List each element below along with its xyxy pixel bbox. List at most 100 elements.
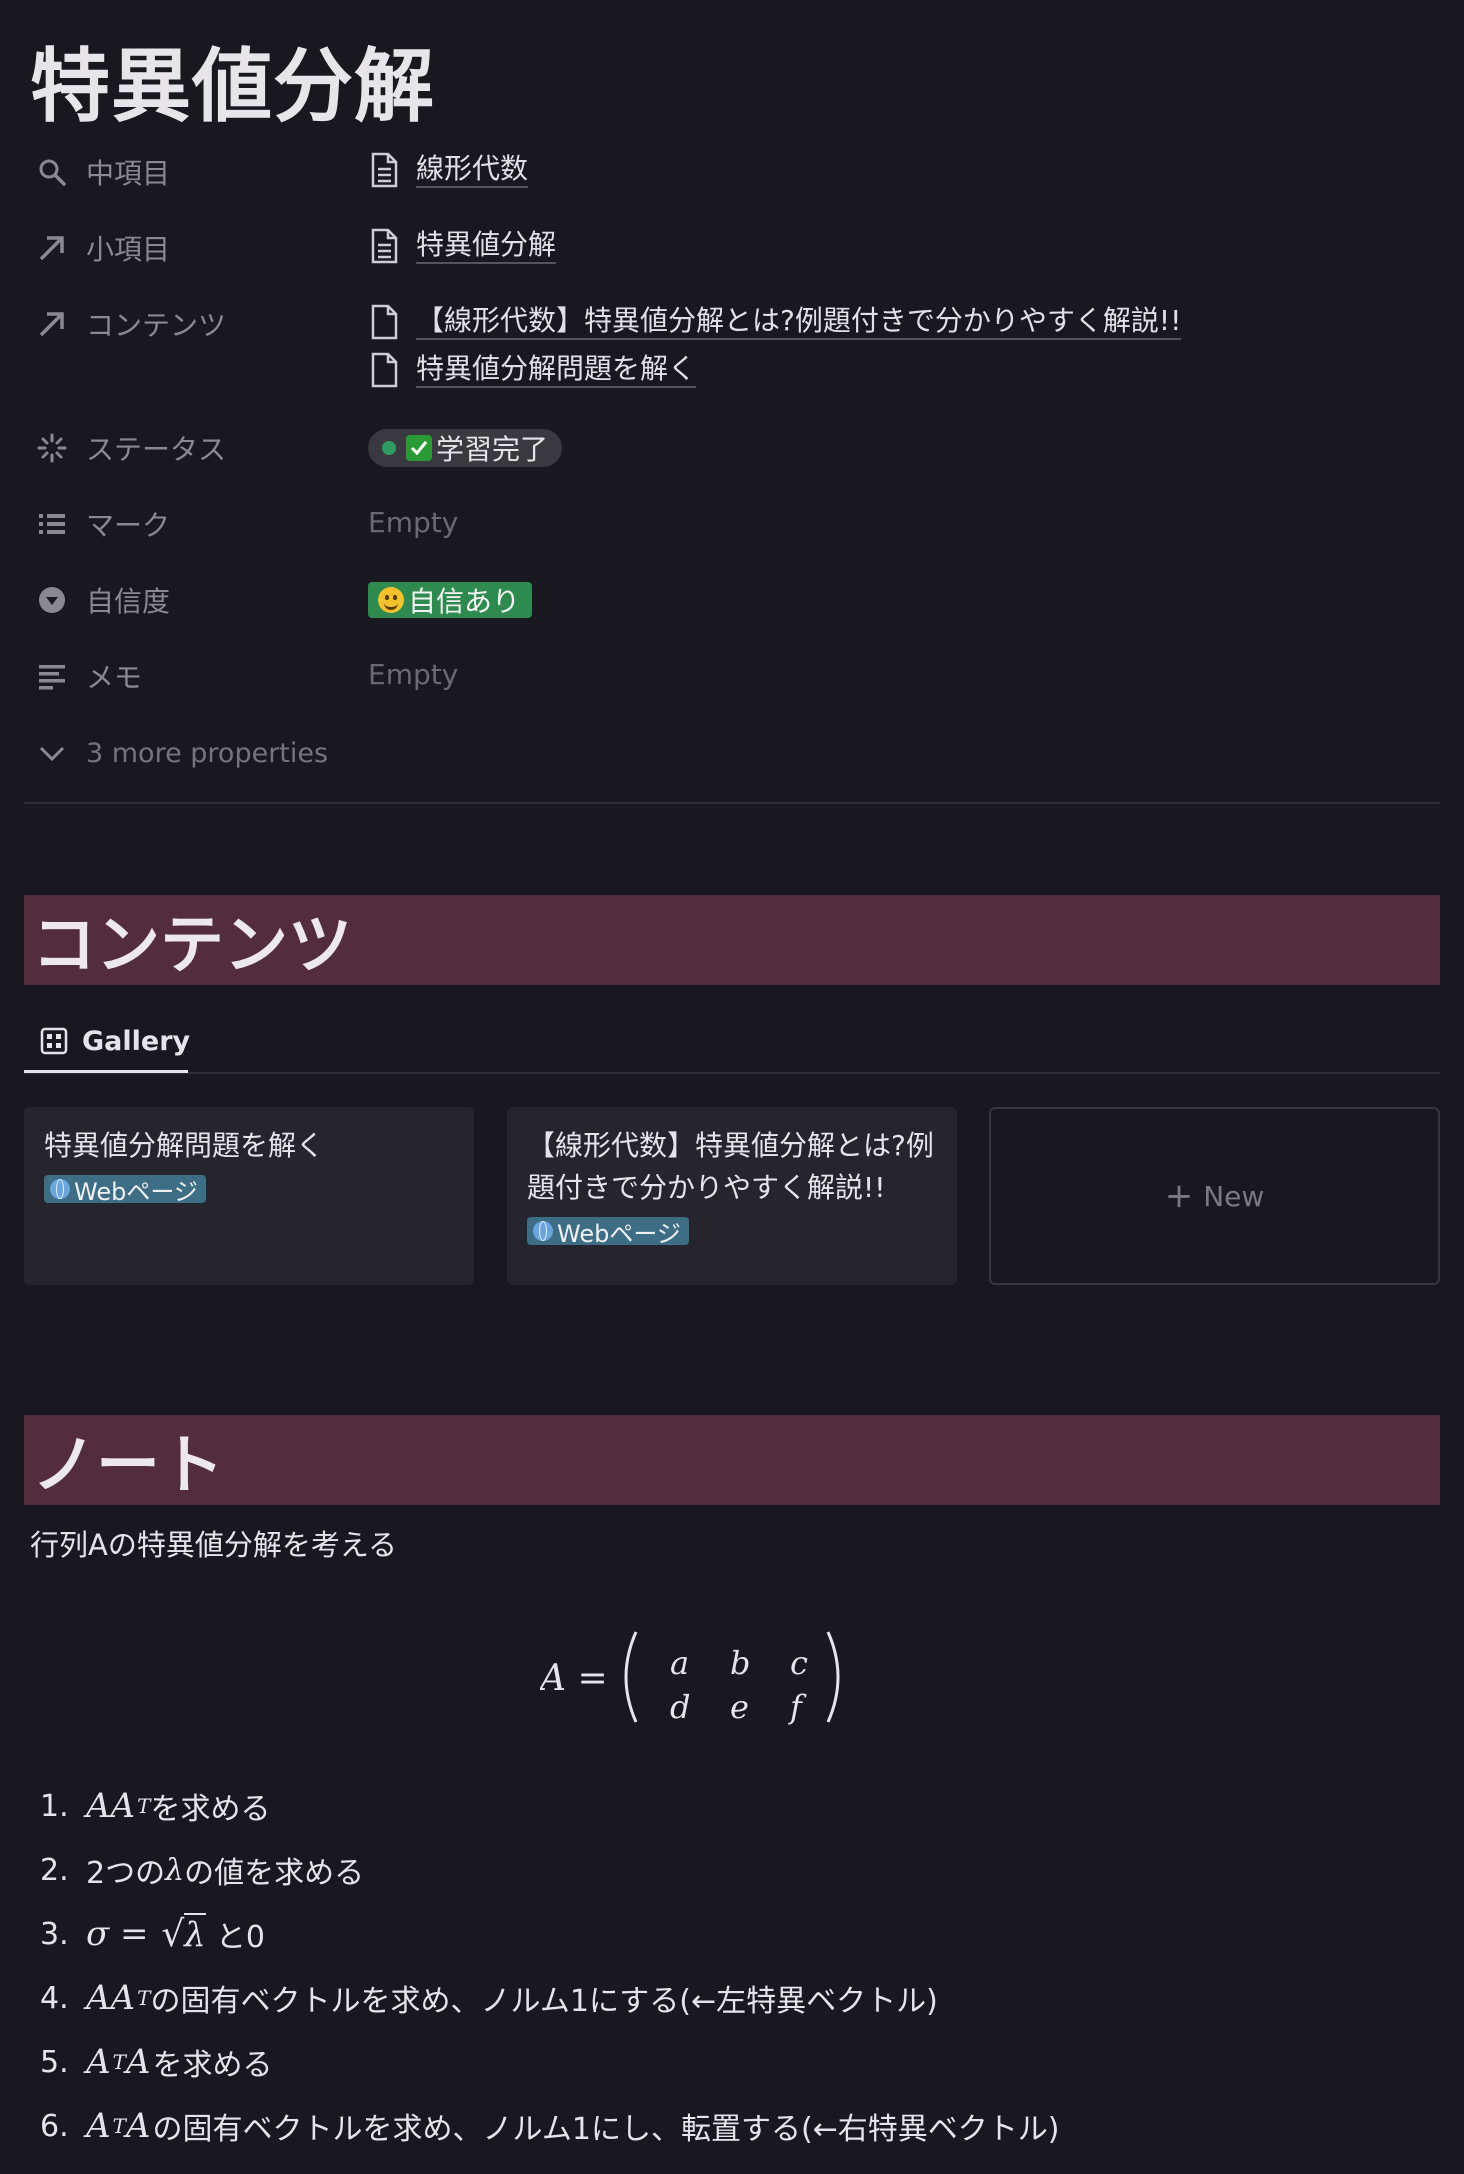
- list-number: 2.: [40, 1852, 69, 1888]
- list-text: 2つの: [86, 1856, 166, 1891]
- property-value-contents-1[interactable]: 【線形代数】特異値分解とは?例題付きで分かりやすく解説!!: [368, 304, 1182, 340]
- more-properties-toggle[interactable]: 3 more properties: [34, 726, 328, 780]
- math-expression: A: [86, 2106, 111, 2146]
- contents-heading-text: コンテンツ: [32, 909, 352, 983]
- property-status[interactable]: ステータス: [34, 421, 226, 475]
- matrix-entry: d: [670, 1688, 690, 1726]
- property-memo[interactable]: メモ: [34, 649, 142, 703]
- list-text: と0: [215, 1920, 265, 1955]
- matrix-entry: e: [730, 1688, 749, 1726]
- new-label: New: [1203, 1179, 1265, 1213]
- list-item: 1. AA T を求める: [40, 1774, 1060, 1838]
- tab-divider: [24, 1072, 1440, 1074]
- math-expression: A: [125, 2106, 151, 2146]
- empty-value: Empty: [368, 658, 459, 691]
- page-title: 特異値分解: [30, 40, 435, 133]
- property-label: 自信度: [86, 585, 171, 618]
- status-spinner-icon: [34, 430, 70, 466]
- smile-emoji-icon: [378, 587, 404, 613]
- document-icon: [371, 152, 398, 188]
- relation-link[interactable]: 特異値分解: [416, 228, 557, 264]
- arrow-up-right-icon: [34, 306, 70, 342]
- relation-link[interactable]: 特異値分解問題を解く: [416, 352, 697, 388]
- plus-icon: +: [1164, 1176, 1194, 1216]
- gallery-card[interactable]: 特異値分解問題を解く Webページ: [24, 1107, 474, 1285]
- list-text: を求める: [152, 2048, 273, 2083]
- confidence-text: 自信あり: [408, 585, 521, 618]
- property-value-contents-2[interactable]: 特異値分解問題を解く: [368, 352, 697, 388]
- property-label: マーク: [86, 509, 171, 542]
- tab-gallery[interactable]: Gallery: [24, 1010, 190, 1072]
- confidence-tag[interactable]: 自信あり: [368, 582, 533, 618]
- property-confidence[interactable]: 自信度: [34, 573, 170, 627]
- matrix-entry: c: [790, 1644, 808, 1682]
- list-item: 6. ATA の固有ベクトルを求め、ノルム1にし、転置する(←右特異ベクトル): [40, 2094, 1060, 2158]
- note-heading-text: ノート: [32, 1429, 224, 1503]
- relation-link[interactable]: 線形代数: [416, 152, 529, 188]
- page-icon: [371, 304, 398, 340]
- math-expression: AA: [86, 1786, 136, 1826]
- text-lines-icon: [34, 658, 70, 694]
- status-badge[interactable]: 学習完了: [368, 429, 563, 467]
- property-label: 中項目: [86, 157, 171, 190]
- matrix-equation: A = a b c d e f: [540, 1631, 840, 1726]
- math-expression: σ =: [86, 1914, 160, 1954]
- math-expression: λ: [184, 1913, 206, 1955]
- active-tab-indicator: [24, 1070, 188, 1073]
- list-item: 5. ATA を求める: [40, 2030, 1060, 2094]
- tag-text: Webページ: [74, 1177, 198, 1206]
- divider: [24, 802, 1440, 804]
- web-page-tag: Webページ: [527, 1217, 689, 1248]
- property-value-mark[interactable]: Empty: [368, 506, 458, 539]
- sqrt-icon: √: [161, 1913, 185, 1955]
- more-properties-label: 3 more properties: [86, 737, 329, 769]
- list-text: の固有ベクトルを求め、ノルム1にし、転置する(←右特異ベクトル): [152, 2112, 1060, 2147]
- list-number: 1.: [40, 1788, 69, 1824]
- card-title: 【線形代数】特異値分解とは?例題付きで分かりやすく解説!!: [527, 1129, 934, 1204]
- page-icon: [371, 352, 398, 388]
- math-expression: A: [125, 2042, 151, 2082]
- property-shokomoku[interactable]: 小項目: [34, 221, 170, 275]
- arrow-up-right-icon: [34, 230, 70, 266]
- property-value-chukomoku[interactable]: 線形代数: [368, 152, 529, 188]
- list-text: の値を求める: [184, 1856, 365, 1891]
- property-contents[interactable]: コンテンツ: [34, 297, 226, 351]
- math-expression: AA: [86, 1978, 136, 2018]
- contents-heading: コンテンツ: [24, 895, 1440, 985]
- empty-value: Empty: [368, 506, 459, 539]
- property-chukomoku[interactable]: 中項目: [34, 145, 170, 199]
- document-icon: [371, 228, 398, 264]
- note-intro: 行列Aの特異値分解を考える: [30, 1528, 397, 1562]
- list-number: 3.: [40, 1916, 69, 1952]
- list-number: 4.: [40, 1980, 69, 2016]
- property-value-memo[interactable]: Empty: [368, 658, 458, 691]
- new-card-button[interactable]: + New: [989, 1107, 1440, 1285]
- math-superscript: T: [137, 1986, 151, 2010]
- list-icon: [34, 506, 70, 542]
- property-value-confidence[interactable]: 自信あり: [368, 582, 533, 618]
- chevron-down-icon: [34, 735, 70, 771]
- steps-list: 1. AA T を求める 2. 2つの λ の値を求める 3. σ = √ λ と0…: [40, 1774, 1060, 2158]
- gallery-card[interactable]: 【線形代数】特異値分解とは?例題付きで分かりやすく解説!! Webページ: [507, 1107, 957, 1285]
- property-value-status[interactable]: 学習完了: [368, 429, 563, 467]
- globe-icon: [533, 1221, 553, 1241]
- card-title: 特異値分解問題を解く: [44, 1129, 325, 1162]
- property-label: コンテンツ: [86, 309, 227, 342]
- tag-text: Webページ: [557, 1219, 681, 1248]
- math-superscript: T: [137, 1794, 151, 1818]
- property-value-shokomoku[interactable]: 特異値分解: [368, 228, 557, 264]
- relation-link[interactable]: 【線形代数】特異値分解とは?例題付きで分かりやすく解説!!: [416, 304, 1182, 340]
- property-mark[interactable]: マーク: [34, 497, 170, 551]
- matrix-entry: b: [730, 1644, 750, 1682]
- list-item: 2. 2つの λ の値を求める: [40, 1838, 1060, 1902]
- gallery-icon: [40, 1027, 68, 1055]
- math-expression: A: [86, 2042, 111, 2082]
- check-mark-icon: [406, 435, 432, 461]
- property-label: 小項目: [86, 233, 171, 266]
- math-expression: λ: [165, 1852, 185, 1888]
- list-item: 3. σ = √ λ と0: [40, 1902, 1060, 1966]
- property-label: ステータス: [86, 433, 227, 466]
- math-superscript: T: [112, 2050, 126, 2074]
- matrix-entry: a: [670, 1644, 689, 1682]
- search-icon: [34, 154, 70, 190]
